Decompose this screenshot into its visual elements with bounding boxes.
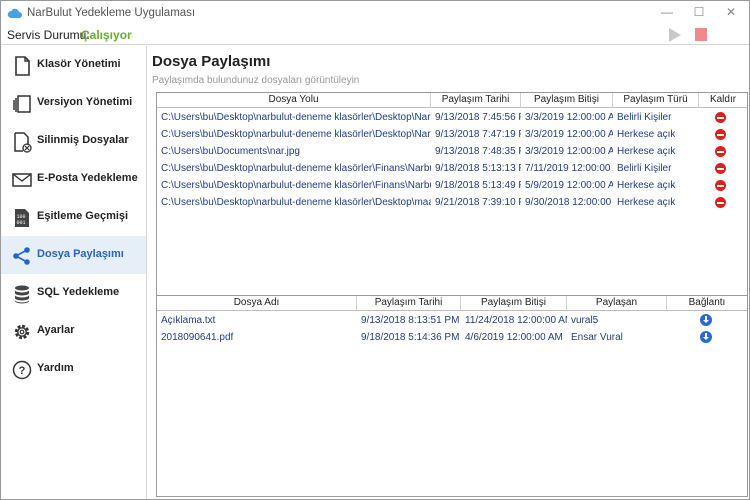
file-path-cell: C:\Users\bu\Desktop\narbulut-deneme klas… xyxy=(161,129,431,140)
sidebar-item-label: Yardım xyxy=(37,362,74,374)
column-header[interactable]: Paylaşım Tarihi xyxy=(431,93,521,108)
share-end-cell: 11/24/2018 12:00:00 AM xyxy=(465,315,567,326)
shared-by-cell: vural5 xyxy=(571,315,599,326)
svg-text:?: ? xyxy=(19,365,26,377)
share-date-cell: 9/13/2018 7:48:35 PI xyxy=(435,146,521,157)
remove-icon[interactable] xyxy=(715,197,726,208)
sidebar-item-dosya-paylasimi[interactable]: Dosya Paylaşımı xyxy=(1,236,146,274)
sidebar-item-yardim[interactable]: ? Yardım xyxy=(1,350,146,388)
remove-icon[interactable] xyxy=(715,180,726,191)
sidebar-item-label: Versiyon Yönetimi xyxy=(37,96,133,108)
document-icon xyxy=(15,56,30,76)
sidebar-item-esitleme-gecmisi[interactable]: 100 001 Eşitleme Geçmişi xyxy=(1,198,146,236)
sidebar-item-label: Ayarlar xyxy=(37,324,75,336)
service-status-label: Servis Durumu: xyxy=(7,28,90,42)
sidebar-item-silinmis-dosyalar[interactable]: Silinmiş Dosyalar xyxy=(1,122,146,160)
share-date-cell: 9/21/2018 7:39:10 PI xyxy=(435,197,521,208)
share-type-cell: Herkese açık xyxy=(617,197,676,208)
share-icon xyxy=(13,247,30,265)
database-icon xyxy=(15,285,29,304)
page-subtitle: Paylaşımda bulundunuz dosyaları görüntül… xyxy=(152,75,360,86)
sidebar-item-versiyon-yonetimi[interactable]: Versiyon Yönetimi xyxy=(1,84,146,122)
share-date-cell: 9/13/2018 7:47:19 PI xyxy=(435,129,521,140)
file-path-cell: C:\Users\bu\Documents\nar.jpg xyxy=(161,146,300,157)
share-type-cell: Belirli Kişiler xyxy=(617,163,672,174)
column-header[interactable]: Paylaşım Bitişi xyxy=(461,296,567,311)
share-date-cell: 9/13/2018 8:13:51 PM xyxy=(361,315,460,326)
share-type-cell: Herkese açık xyxy=(617,146,676,157)
sidebar-item-label: SQL Yedekleme xyxy=(37,286,120,298)
share-end-cell: 3/3/2019 12:00:00 AM xyxy=(525,112,613,123)
download-icon[interactable] xyxy=(700,314,712,326)
table-header: Dosya Adı Paylaşım Tarihi Paylaşım Bitiş… xyxy=(157,296,747,311)
column-header[interactable]: Dosya Adı xyxy=(157,296,357,311)
sidebar-item-label: Silinmiş Dosyalar xyxy=(37,134,129,146)
svg-text:001: 001 xyxy=(17,220,26,226)
table-header: Dosya Yolu Paylaşım Tarihi Paylaşım Biti… xyxy=(157,93,747,108)
file-path-cell: C:\Users\bu\Desktop\narbulut-deneme klas… xyxy=(161,197,431,208)
binary-file-icon: 100 001 xyxy=(15,209,29,227)
service-status-value: Çalışıyor xyxy=(81,28,132,42)
cloud-icon xyxy=(7,8,22,18)
file-name-cell: Açıklama.txt xyxy=(161,315,216,326)
share-end-cell: 7/11/2019 12:00:00 AM xyxy=(525,163,613,174)
versions-icon xyxy=(13,95,31,113)
share-end-cell: 3/3/2019 12:00:00 AM xyxy=(525,129,613,140)
window-title: NarBulut Yedekleme Uygulaması xyxy=(27,7,196,19)
play-icon[interactable] xyxy=(669,28,681,42)
sidebar-item-label: E-Posta Yedekleme xyxy=(37,172,138,184)
share-date-cell: 9/18/2018 5:14:36 PM xyxy=(361,332,460,343)
share-date-cell: 9/13/2018 7:45:56 PI xyxy=(435,112,521,123)
column-header[interactable]: Dosya Yolu xyxy=(157,93,431,108)
close-button[interactable]: ✕ xyxy=(711,1,750,25)
sidebar-item-klasor-yonetimi[interactable]: Klasör Yönetimi xyxy=(1,46,146,84)
file-path-cell: C:\Users\bu\Desktop\narbulut-deneme klas… xyxy=(161,112,431,123)
file-path-cell: C:\Users\bu\Desktop\narbulut-deneme klas… xyxy=(161,163,431,174)
column-header[interactable]: Paylaşan xyxy=(567,296,667,311)
sidebar-item-e-posta-yedekleme[interactable]: E-Posta Yedekleme xyxy=(1,160,146,198)
remove-icon[interactable] xyxy=(715,163,726,174)
main-panel: Dosya Paylaşımı Paylaşımda bulundunuz do… xyxy=(148,46,749,499)
file-name-cell: 2018090641.pdf xyxy=(161,332,234,343)
share-type-cell: Herkese açık xyxy=(617,129,676,140)
sidebar-item-label: Klasör Yönetimi xyxy=(37,58,121,70)
sidebar-item-label: Eşitleme Geçmişi xyxy=(37,210,129,222)
share-end-cell: 9/30/2018 12:00:00 AM xyxy=(525,197,613,208)
download-icon[interactable] xyxy=(700,331,712,343)
share-end-cell: 3/3/2019 12:00:00 AM xyxy=(525,146,613,157)
share-date-cell: 9/18/2018 5:13:49 PI xyxy=(435,180,521,191)
share-type-cell: Belirli Kişiler xyxy=(617,112,672,123)
share-type-cell: Herkese açık xyxy=(617,180,676,191)
deleted-file-icon xyxy=(14,132,32,153)
column-header[interactable]: Kaldır xyxy=(699,93,747,108)
service-status-bar: Servis Durumu: Çalışıyor xyxy=(1,25,749,45)
stop-icon[interactable] xyxy=(695,28,707,41)
column-header[interactable]: Paylaşım Bitişi xyxy=(521,93,613,108)
sidebar-item-sql-yedekleme[interactable]: SQL Yedekleme xyxy=(1,274,146,312)
sidebar-item-ayarlar[interactable]: Ayarlar xyxy=(1,312,146,350)
gear-icon xyxy=(14,324,30,340)
share-end-cell: 4/6/2019 12:00:00 AM xyxy=(465,332,563,343)
shared-by-cell: Ensar Vural xyxy=(571,332,623,343)
remove-icon[interactable] xyxy=(715,129,726,140)
column-header[interactable]: Paylaşım Tarihi xyxy=(357,296,461,311)
sidebar-item-label: Dosya Paylaşımı xyxy=(37,248,124,260)
page-title: Dosya Paylaşımı xyxy=(152,53,271,70)
share-date-cell: 9/18/2018 5:13:13 PI xyxy=(435,163,521,174)
column-header[interactable]: Bağlantı xyxy=(667,296,747,311)
remove-icon[interactable] xyxy=(715,112,726,123)
envelope-icon xyxy=(12,173,32,187)
share-end-cell: 5/9/2019 12:00:00 AM xyxy=(525,180,613,191)
app-window: NarBulut Yedekleme Uygulaması — ☐ ✕ Serv… xyxy=(0,0,750,500)
remove-icon[interactable] xyxy=(715,146,726,157)
sidebar: Klasör Yönetimi Versiyon Yönetimi Silinm… xyxy=(1,46,147,499)
title-bar: NarBulut Yedekleme Uygulaması — ☐ ✕ xyxy=(1,1,749,25)
column-header[interactable]: Paylaşım Türü xyxy=(613,93,699,108)
help-icon: ? xyxy=(12,360,32,380)
file-path-cell: C:\Users\bu\Desktop\narbulut-deneme klas… xyxy=(161,180,431,191)
received-files-table: Dosya Adı Paylaşım Tarihi Paylaşım Bitiş… xyxy=(156,295,748,497)
